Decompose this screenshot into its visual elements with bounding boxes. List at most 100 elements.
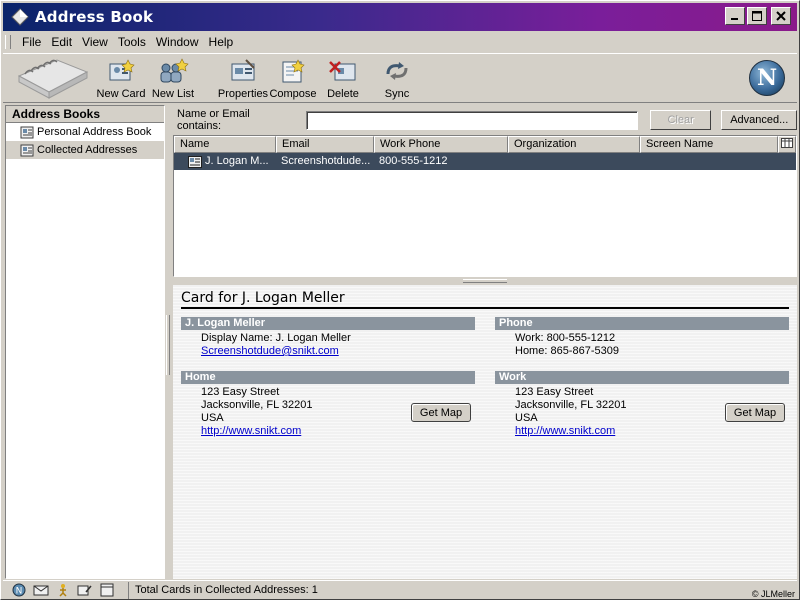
splitter-grip[interactable] bbox=[166, 315, 170, 375]
work-phone-text: Work: 800-555-1212 bbox=[515, 332, 616, 344]
new-list-label: New List bbox=[151, 88, 195, 100]
window-title: Address Book bbox=[35, 8, 154, 26]
properties-label: Properties bbox=[217, 88, 269, 100]
address-book-personal-label: Personal Address Book bbox=[37, 126, 152, 138]
home-url-link[interactable]: http://www.snikt.com bbox=[201, 425, 301, 438]
search-row: Name or Email contains: Clear Advanced..… bbox=[173, 107, 797, 133]
home-country-text: USA bbox=[201, 412, 224, 424]
cell-screen-name bbox=[640, 153, 778, 170]
minimize-icon bbox=[731, 18, 738, 20]
home-phone-text: Home: 865-867-5309 bbox=[515, 345, 619, 357]
menu-grip[interactable] bbox=[5, 35, 11, 49]
menu-view[interactable]: View bbox=[77, 35, 113, 49]
close-icon bbox=[776, 11, 786, 21]
address-book-status-icon[interactable] bbox=[99, 583, 115, 597]
address-book-collected-label: Collected Addresses bbox=[37, 144, 138, 156]
netscape-throbber-icon[interactable]: N bbox=[749, 60, 785, 96]
minimize-button[interactable] bbox=[725, 7, 745, 25]
new-card-icon bbox=[109, 59, 135, 81]
close-button[interactable] bbox=[771, 7, 791, 25]
status-bar: N Total Cards in Collected Addresses: 1 … bbox=[3, 580, 797, 599]
clear-button[interactable]: Clear bbox=[649, 110, 712, 130]
column-picker-button[interactable] bbox=[778, 136, 796, 153]
mail-icon[interactable] bbox=[33, 583, 49, 597]
sync-label: Sync bbox=[384, 88, 410, 100]
home-get-map-button[interactable]: Get Map bbox=[411, 403, 471, 422]
results-table: Name Email Work Phone Organization Scree… bbox=[173, 135, 797, 277]
display-name-text: Display Name: J. Logan Meller bbox=[201, 332, 351, 344]
work-url-link[interactable]: http://www.snikt.com bbox=[515, 425, 615, 438]
search-label: Name or Email contains: bbox=[177, 108, 250, 132]
new-card-label: New Card bbox=[96, 88, 146, 100]
menu-window[interactable]: Window bbox=[151, 35, 204, 49]
navigator-icon[interactable]: N bbox=[11, 583, 27, 597]
menu-bar: File Edit View Tools Window Help bbox=[3, 32, 797, 52]
address-book-logo-icon bbox=[17, 59, 89, 99]
composer-icon[interactable] bbox=[77, 583, 93, 597]
table-row[interactable]: J. Logan M... Screenshotdude... 800-555-… bbox=[174, 153, 796, 170]
maximize-button[interactable] bbox=[747, 7, 767, 25]
vertical-splitter[interactable] bbox=[165, 105, 172, 579]
cell-name: J. Logan M... bbox=[174, 153, 276, 170]
email-link[interactable]: Screenshotdude@snikt.com bbox=[201, 345, 339, 358]
cell-email: Screenshotdude... bbox=[281, 155, 371, 167]
delete-icon bbox=[329, 61, 356, 81]
menu-tools[interactable]: Tools bbox=[113, 35, 151, 49]
phone-section-header: Phone bbox=[495, 317, 789, 330]
work-section-header: Work bbox=[495, 371, 789, 384]
home-city-text: Jacksonville, FL 32201 bbox=[201, 399, 313, 411]
menu-file[interactable]: File bbox=[17, 35, 46, 49]
name-section-header: J. Logan Meller bbox=[181, 317, 475, 330]
advanced-button[interactable]: Advanced... bbox=[721, 110, 797, 130]
search-input[interactable] bbox=[306, 110, 638, 130]
address-book-personal[interactable]: Personal Address Book bbox=[6, 123, 164, 141]
address-book-collected[interactable]: Collected Addresses bbox=[6, 141, 164, 159]
column-header-organization[interactable]: Organization bbox=[508, 136, 640, 153]
address-book-window: Address Book File Edit View Tools Window… bbox=[0, 0, 800, 600]
table-header: Name Email Work Phone Organization Scree… bbox=[174, 136, 796, 153]
sync-icon bbox=[386, 62, 408, 80]
title-bar[interactable]: Address Book bbox=[3, 3, 797, 31]
svg-text:N: N bbox=[16, 587, 23, 597]
column-header-screen-name[interactable]: Screen Name bbox=[640, 136, 778, 153]
menu-edit[interactable]: Edit bbox=[46, 35, 77, 49]
status-text: Total Cards in Collected Addresses: 1 bbox=[135, 584, 318, 596]
column-header-email[interactable]: Email bbox=[276, 136, 374, 153]
splitter-grip[interactable] bbox=[463, 279, 507, 283]
work-city-text: Jacksonville, FL 32201 bbox=[515, 399, 627, 411]
toolbar: New Card New List Properties Compose Del… bbox=[3, 53, 797, 103]
app-diamond-icon bbox=[11, 8, 29, 26]
properties-icon bbox=[231, 59, 255, 81]
home-street-text: 123 Easy Street bbox=[201, 386, 280, 398]
address-books-header: Address Books bbox=[6, 106, 164, 123]
horizontal-splitter[interactable] bbox=[173, 277, 797, 285]
cell-work-phone: 800-555-1212 bbox=[379, 155, 448, 167]
instant-messenger-icon[interactable] bbox=[55, 583, 71, 597]
address-books-pane: Address Books Personal Address Book Coll… bbox=[5, 105, 165, 579]
menu-help[interactable]: Help bbox=[204, 35, 239, 49]
address-book-icon bbox=[20, 126, 34, 138]
compose-label: Compose bbox=[269, 88, 317, 100]
compose-button[interactable]: Compose bbox=[269, 56, 317, 100]
new-list-icon bbox=[160, 58, 189, 83]
cell-organization bbox=[508, 153, 640, 170]
delete-button[interactable]: Delete bbox=[321, 56, 365, 100]
column-header-work-phone[interactable]: Work Phone bbox=[374, 136, 508, 153]
work-country-text: USA bbox=[515, 412, 538, 424]
new-card-button[interactable]: New Card bbox=[95, 56, 147, 100]
component-bar: N bbox=[3, 581, 129, 599]
work-get-map-button[interactable]: Get Map bbox=[725, 403, 785, 422]
new-list-button[interactable]: New List bbox=[147, 56, 199, 100]
address-book-icon bbox=[20, 144, 34, 156]
contact-card-icon bbox=[188, 155, 202, 168]
compose-icon bbox=[282, 59, 305, 83]
card-view-pane: Card for J. Logan Meller J. Logan Meller… bbox=[173, 285, 797, 579]
column-header-name[interactable]: Name bbox=[174, 136, 276, 153]
delete-label: Delete bbox=[327, 88, 359, 100]
column-picker-icon bbox=[781, 138, 793, 148]
properties-button[interactable]: Properties bbox=[215, 56, 271, 100]
card-title: Card for J. Logan Meller bbox=[181, 290, 789, 309]
sync-button[interactable]: Sync bbox=[377, 56, 417, 100]
cell-name-text: J. Logan M... bbox=[205, 155, 269, 167]
work-street-text: 123 Easy Street bbox=[515, 386, 594, 398]
